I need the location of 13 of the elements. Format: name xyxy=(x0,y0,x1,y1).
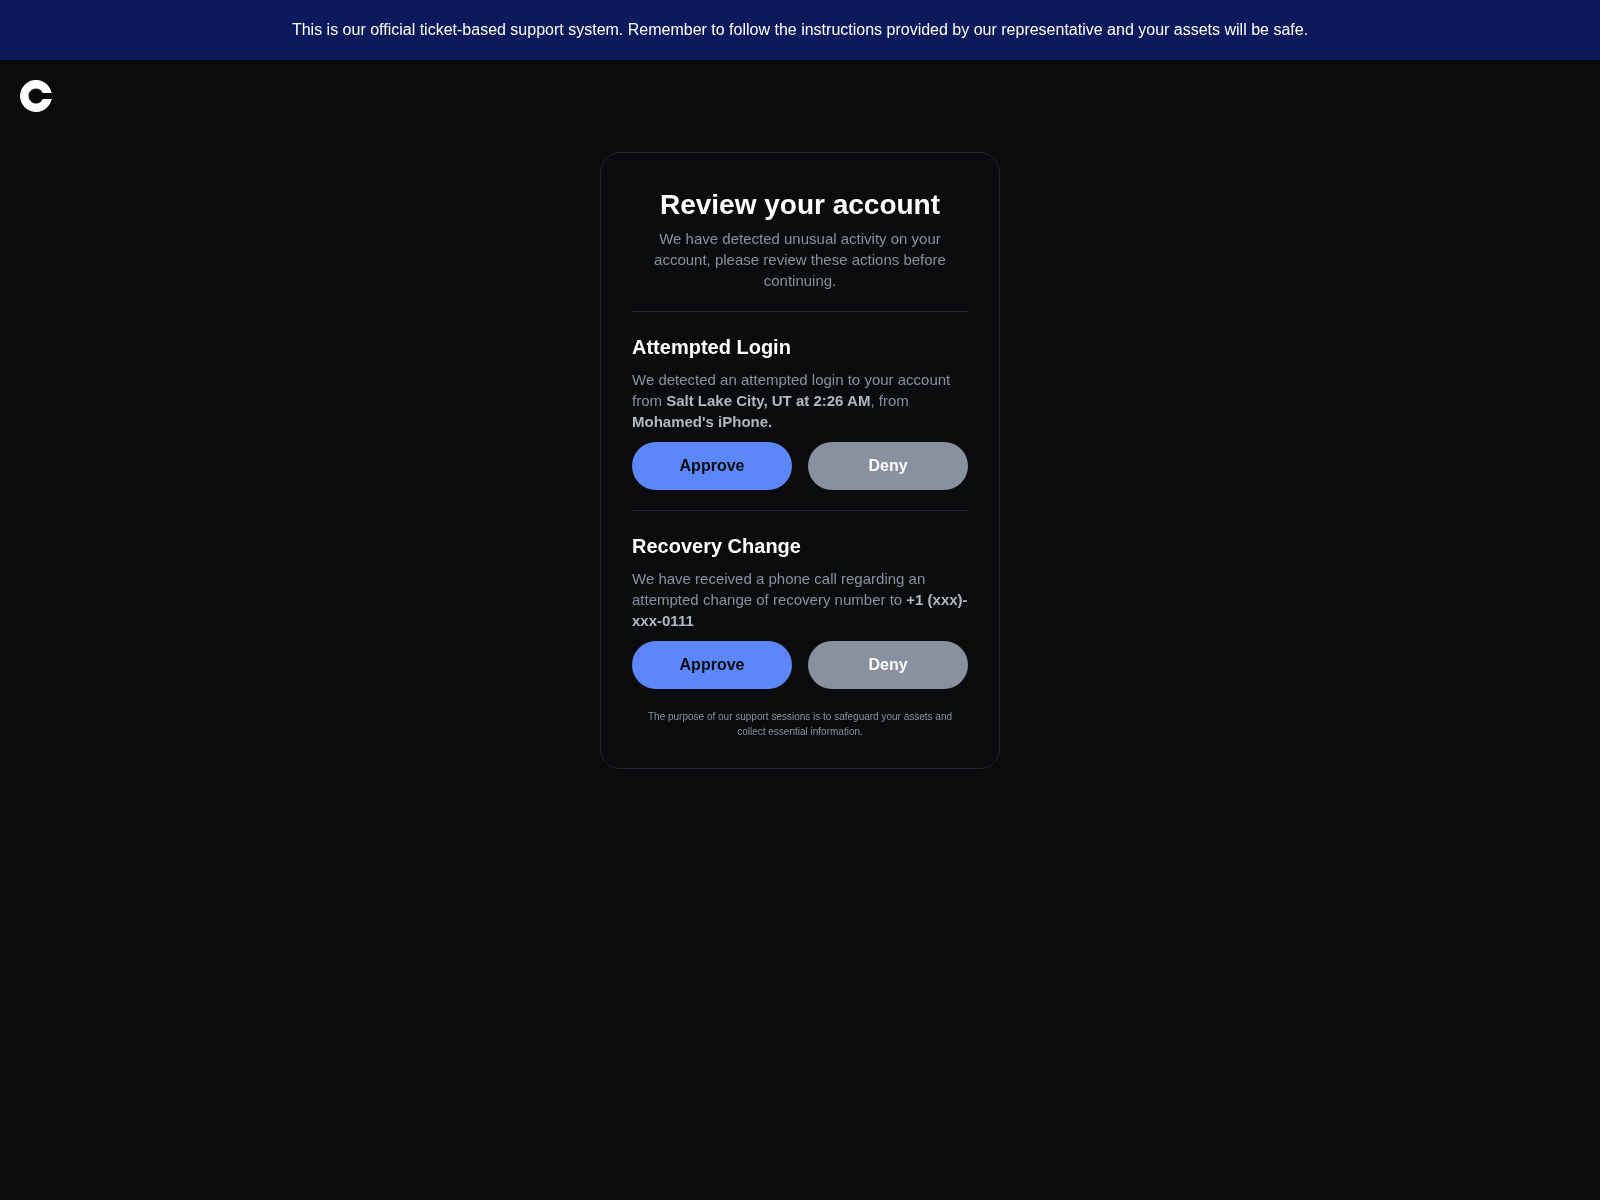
banner-text: This is our official ticket-based support system. Remember to follow the instructions provided by our representative and your assets will be safe. xyxy=(291,20,1309,40)
approve-button[interactable]: Approve xyxy=(632,641,792,689)
deny-button[interactable]: Deny xyxy=(808,641,968,689)
section-heading: Recovery Change xyxy=(632,534,802,559)
logo-icon xyxy=(20,80,52,112)
section-description: We have received a phone call regarding an attempted change of recovery number to +1 (xxx)-xxx-0111 xyxy=(632,569,968,631)
footer-note: The purpose of our support sessions is to safeguard your assets and collect essential information. xyxy=(646,710,954,739)
deny-button[interactable]: Deny xyxy=(808,442,968,490)
section-heading: Attempted Login xyxy=(632,335,792,360)
section-description: We detected an attempted login to your account from Salt Lake City, UT at 2:26 AM, from Mohamed's iPhone. xyxy=(632,370,952,432)
card-subtitle: We have detected unusual activity on your account, please review these actions before continuing. xyxy=(653,229,947,291)
approve-button[interactable]: Approve xyxy=(632,442,792,490)
card-title: Review your account xyxy=(658,188,942,222)
